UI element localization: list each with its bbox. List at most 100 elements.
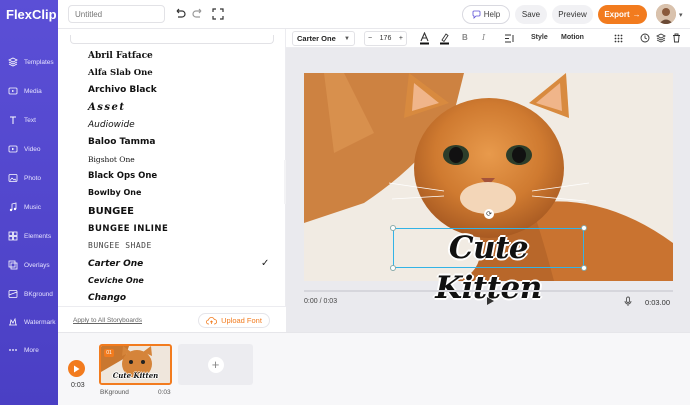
font-size-decrease[interactable]: − bbox=[368, 35, 372, 42]
checkmark-icon: ✓ bbox=[261, 258, 270, 269]
font-panel: Abril Fatface Alfa Slab One Archivo Blac… bbox=[58, 29, 286, 333]
export-button[interactable]: Export → bbox=[598, 5, 647, 24]
style-button[interactable]: Style bbox=[531, 34, 548, 41]
bold-icon[interactable]: B bbox=[462, 33, 468, 42]
storyboard-clip[interactable]: 01 Cute Kitten bbox=[99, 344, 172, 385]
sidebar-item-label: Music bbox=[24, 203, 41, 211]
italic-icon[interactable]: I bbox=[482, 33, 485, 42]
font-item-baloo-tamma[interactable]: Baloo Tamma bbox=[88, 137, 155, 147]
app-logo[interactable]: FlexClip bbox=[6, 7, 57, 22]
sidebar-item-label: Overlays bbox=[24, 261, 50, 269]
font-item-archivo-black[interactable]: Archivo Black bbox=[88, 85, 157, 95]
clip-number-badge: 01 bbox=[104, 349, 114, 357]
sidebar-item-label: More bbox=[24, 346, 39, 354]
video-icon bbox=[8, 145, 18, 153]
sidebar-item-photo[interactable]: Photo bbox=[0, 164, 58, 192]
font-panel-footer: Apply to All Storyboards Upload Font bbox=[58, 306, 286, 333]
font-family-select[interactable]: Carter One ▼ bbox=[292, 31, 355, 46]
help-button[interactable]: Help bbox=[462, 5, 510, 24]
text-icon bbox=[10, 116, 16, 124]
sidebar-item-media[interactable]: Media bbox=[0, 77, 58, 105]
microphone-icon[interactable] bbox=[623, 296, 633, 307]
font-item-ceviche-one[interactable]: Ceviche One bbox=[88, 276, 144, 285]
avatar[interactable] bbox=[656, 4, 676, 24]
project-title-input[interactable] bbox=[68, 5, 165, 23]
font-item-abril-fatface[interactable]: Abril Fatface bbox=[88, 51, 153, 61]
add-clip-button[interactable]: + bbox=[178, 344, 253, 385]
font-item-bowlby-one[interactable]: Bowlby One bbox=[88, 188, 141, 197]
layers-icon[interactable] bbox=[656, 33, 666, 43]
apply-to-all-link[interactable]: Apply to All Storyboards bbox=[73, 317, 142, 324]
sidebar-item-label: Video bbox=[24, 145, 41, 153]
font-search-box[interactable] bbox=[70, 35, 274, 44]
music-icon bbox=[9, 202, 17, 212]
play-icon[interactable] bbox=[485, 296, 495, 306]
upload-font-label: Upload Font bbox=[221, 316, 262, 325]
clock-icon[interactable] bbox=[640, 33, 650, 43]
plus-icon: + bbox=[207, 356, 224, 373]
layers-icon bbox=[8, 57, 18, 67]
fullscreen-icon[interactable] bbox=[211, 7, 225, 21]
export-label: Export bbox=[604, 10, 630, 19]
sidebar-item-text[interactable]: Text bbox=[0, 106, 58, 134]
preview-button[interactable]: Preview bbox=[552, 5, 593, 24]
text-color-icon[interactable] bbox=[419, 32, 430, 45]
sidebar-item-overlays[interactable]: Overlays bbox=[0, 251, 58, 279]
font-size-increase[interactable]: + bbox=[399, 35, 403, 42]
sidebar-item-label: BKground bbox=[24, 290, 53, 298]
align-icon[interactable] bbox=[504, 34, 514, 43]
sidebar-item-elements[interactable]: Elements bbox=[0, 222, 58, 250]
watermark-icon bbox=[9, 317, 17, 326]
trash-icon[interactable] bbox=[672, 33, 681, 43]
photo-icon bbox=[8, 174, 18, 182]
sidebar-item-music[interactable]: Music bbox=[0, 193, 58, 221]
font-item-bungee[interactable]: BUNGEE bbox=[88, 206, 134, 217]
help-label: Help bbox=[483, 10, 501, 19]
font-item-chango[interactable]: Chango bbox=[88, 293, 126, 303]
current-time: 0:00 / 0:03 bbox=[304, 298, 338, 305]
font-size-stepper[interactable]: − 176 + bbox=[364, 31, 407, 46]
media-icon bbox=[8, 87, 18, 95]
chevron-down-icon[interactable]: ▾ bbox=[679, 11, 683, 19]
elements-icon bbox=[8, 231, 18, 241]
total-time: 0:03.00 bbox=[645, 298, 671, 307]
clip-duration: 0:03 bbox=[158, 389, 171, 396]
sidebar-item-video[interactable]: Video bbox=[0, 135, 58, 163]
undo-icon[interactable] bbox=[173, 7, 187, 21]
sidebar-item-label: Photo bbox=[24, 174, 41, 182]
font-item-asset[interactable]: Asset bbox=[88, 102, 126, 113]
font-item-bigshot-one[interactable]: Bigshot One bbox=[88, 155, 135, 164]
upload-font-button[interactable]: Upload Font bbox=[198, 313, 270, 328]
motion-button[interactable]: Motion bbox=[561, 34, 584, 41]
redo-icon[interactable] bbox=[191, 7, 205, 21]
canvas-stage: Cute Kitten ⟳ 0:00 / 0:03 0:03.00 bbox=[286, 48, 690, 332]
sidebar-item-more[interactable]: More bbox=[0, 336, 58, 364]
grid-icon[interactable] bbox=[614, 34, 623, 43]
text-toolbar: Carter One ▼ − 176 + B I Style Motion bbox=[286, 29, 690, 48]
arrow-right-icon: → bbox=[632, 10, 641, 19]
playback-progress[interactable] bbox=[304, 290, 673, 292]
sidebar-item-label: Text bbox=[24, 116, 36, 124]
font-item-audiowide[interactable]: Audiowide bbox=[88, 120, 135, 130]
font-item-bungee-inline[interactable]: BUNGEE INLINE bbox=[88, 224, 168, 234]
sidebar-item-label: Templates bbox=[24, 58, 54, 66]
font-item-black-ops-one[interactable]: Black Ops One bbox=[88, 171, 157, 181]
rotate-icon[interactable]: ⟳ bbox=[484, 209, 494, 219]
font-item-alfa-slab-one[interactable]: Alfa Slab One bbox=[88, 68, 153, 78]
caption-text[interactable]: Cute Kitten bbox=[393, 228, 584, 306]
timeline-play-button[interactable] bbox=[68, 360, 85, 377]
save-button[interactable]: Save bbox=[515, 5, 547, 24]
font-item-bungee-shade[interactable]: BUNGEE SHADE bbox=[88, 241, 152, 250]
sidebar-item-bkground[interactable]: BKground bbox=[0, 280, 58, 308]
sidebar-item-label: Watermark bbox=[24, 318, 56, 326]
font-item-carter-one[interactable]: Carter One bbox=[88, 259, 143, 269]
overlays-icon bbox=[8, 260, 18, 270]
top-bar: Help Save Preview Export → ▾ bbox=[58, 0, 690, 29]
sidebar-item-watermark[interactable]: Watermark bbox=[0, 308, 58, 336]
font-size-value[interactable]: 176 bbox=[380, 35, 392, 42]
play-icon bbox=[74, 365, 80, 372]
chat-icon bbox=[472, 10, 481, 19]
sidebar-item-templates[interactable]: Templates bbox=[0, 48, 58, 76]
text-highlight-icon[interactable] bbox=[439, 32, 450, 45]
timeline: 0:03 01 Cute Kitten BKground 0:03 + bbox=[58, 332, 690, 405]
